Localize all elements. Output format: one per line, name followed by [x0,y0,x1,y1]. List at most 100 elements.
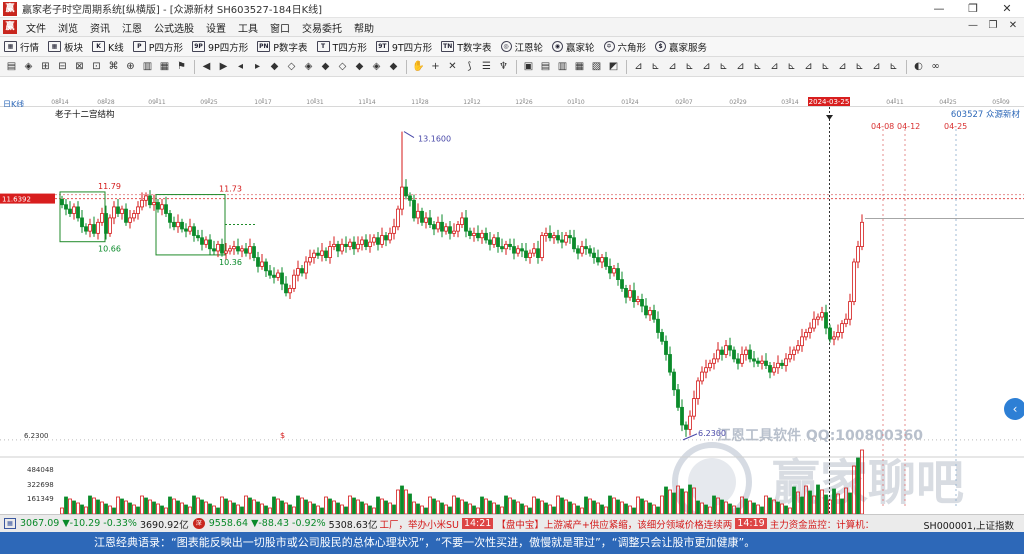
candle-body [736,358,740,364]
toolbar-tool-icon[interactable]: ⊞ [39,60,52,73]
mdi-restore-button[interactable]: ❐ [986,20,1000,31]
toolbar-tool-icon[interactable]: ▦ [158,60,171,73]
toolbar-tool-icon[interactable]: ⊾ [649,60,662,73]
menu-help[interactable]: 帮助 [348,20,380,35]
toolbar-tool-icon[interactable]: ◩ [607,60,620,73]
candle-body [168,213,172,223]
toolbar-tool-icon[interactable]: ⊿ [700,60,713,73]
sz-index-icon[interactable]: 深 [192,518,205,529]
toolbar-tool-icon[interactable]: ⊠ [73,60,86,73]
nav-button-2[interactable]: K K线 [92,40,124,54]
menu-formula[interactable]: 公式选股 [148,20,200,35]
volume-bar [672,492,676,514]
menu-trade[interactable]: 交易委托 [296,20,348,35]
nav-button-1[interactable]: ▦ 板块 [48,40,83,54]
mdi-close-button[interactable]: ✕ [1006,20,1020,31]
index-code-label[interactable]: SH000001,上证指数 [924,518,1014,532]
toolbar-tool-icon[interactable]: ◇ [285,60,298,73]
toolbar-tool-icon[interactable]: ◈ [22,60,35,73]
toolbar-tool-icon[interactable]: ⌘ [107,60,120,73]
nav-button-8[interactable]: TN T数字表 [441,40,492,54]
volume-bar [124,500,128,514]
nav-button-11[interactable]: ✡ 六角形 [603,40,647,54]
toolbar-tool-icon[interactable]: ◐ [912,60,925,73]
nav-button-9[interactable]: ◎ 江恩轮 [500,40,543,54]
toolbar-tool-icon[interactable]: ◆ [268,60,281,73]
toolbar-tool-icon[interactable]: ⊿ [802,60,815,73]
minimize-button[interactable]: — [922,0,956,18]
toolbar-tool-icon[interactable]: ⚑ [175,60,188,73]
toolbar-tool-icon[interactable]: ◇ [336,60,349,73]
toolbar-tool-icon[interactable]: ⟆ [463,60,476,73]
toolbar-tool-icon[interactable]: ⊾ [819,60,832,73]
volume-bar [224,498,228,514]
toolbar-tool-icon[interactable]: ∞ [929,60,942,73]
menu-tools[interactable]: 工具 [232,20,264,35]
volume-bar [68,498,72,514]
toolbar-tool-icon[interactable]: ⊿ [870,60,883,73]
toolbar-tool-icon[interactable]: ⊿ [768,60,781,73]
toolbar-tool-icon[interactable]: ⊿ [666,60,679,73]
menu-file[interactable]: 文件 [20,20,52,35]
toolbar-tool-icon[interactable]: ⊾ [887,60,900,73]
nav-button-7[interactable]: 9T 9T四方形 [375,40,432,54]
toolbar-tool-icon[interactable]: ⊾ [683,60,696,73]
toolbar-tool-icon[interactable]: ✕ [446,60,459,73]
toolbar-tool-icon[interactable]: ▸ [251,60,264,73]
menu-info[interactable]: 资讯 [84,20,116,35]
toolbar-tool-icon[interactable]: ◆ [353,60,366,73]
candle-body [116,206,120,214]
toolbar-tool-icon[interactable]: ⊾ [853,60,866,73]
toolbar-tool-icon[interactable]: ◆ [387,60,400,73]
toolbar-tool-icon[interactable]: + [429,60,442,73]
nav-button-12[interactable]: $ 赢家服务 [655,40,707,54]
nav-button-4[interactable]: 9P 9P四方形 [192,40,248,54]
toolbar-tool-icon[interactable]: ◀ [200,60,213,73]
toolbar-tool-icon[interactable]: ⊾ [751,60,764,73]
collapse-arrow-icon[interactable]: ‹ [1004,398,1024,420]
nav-button-6[interactable]: T T四方形 [316,40,367,54]
toolbar-tool-icon[interactable]: ⊿ [836,60,849,73]
toolbar-tool-icon[interactable]: ⊿ [632,60,645,73]
toolbar-tool-icon[interactable]: ▤ [5,60,18,73]
toolbar-tool-icon[interactable]: ⊕ [124,60,137,73]
volume-bar [488,500,492,514]
toolbar-tool-icon[interactable]: ▥ [556,60,569,73]
toolbar-tool-icon[interactable]: ▦ [573,60,586,73]
toolbar-tool-icon[interactable]: ▣ [522,60,535,73]
toolbar-tool-icon[interactable]: ⊡ [90,60,103,73]
nav-button-0[interactable]: ▦ 行情 [4,40,39,54]
menu-browse[interactable]: 浏览 [52,20,84,35]
menu-gann[interactable]: 江恩 [116,20,148,35]
toolbar-tool-icon[interactable]: ⊿ [734,60,747,73]
candle-body [356,243,360,250]
maximize-button[interactable]: ❐ [956,0,990,18]
toolbar-tool-icon[interactable]: ◈ [370,60,383,73]
volume-bar [324,496,328,514]
toolbar-tool-icon[interactable]: ▤ [539,60,552,73]
toolbar-tool-icon[interactable]: ⊾ [785,60,798,73]
toolbar-tool-icon[interactable]: ✋ [412,60,425,73]
nav-button-3[interactable]: P P四方形 [132,40,183,54]
toolbar-tool-icon[interactable]: ⊟ [56,60,69,73]
toolbar-tool-icon[interactable]: ▧ [590,60,603,73]
toolbar-tool-icon[interactable]: ◂ [234,60,247,73]
mdi-minimize-button[interactable]: — [966,20,980,31]
toolbar-tool-icon[interactable]: ☰ [480,60,493,73]
toolbar-tool-icon[interactable]: ▥ [141,60,154,73]
sh-index-icon[interactable]: ▦ [4,518,16,529]
toolbar-tool-icon[interactable]: ▶ [217,60,230,73]
kline-chart[interactable]: 老子十二宫结构 603527 众源新材江恩工具软件 QQ:100800360赢家聊… [0,107,1024,514]
news-ticker[interactable]: 工厂，举办小米SU 14:21 【盘中宝】上游减产+供应紧缩，该细分领域价格连续… [379,517,874,531]
toolbar-tool-icon[interactable]: ◈ [302,60,315,73]
stock-code-name: 603527 众源新材 [951,109,1021,120]
toolbar-tool-icon[interactable]: ⊾ [717,60,730,73]
toolbar-tool-icon[interactable]: ♆ [497,60,510,73]
nav-button-label: 六角形 [617,42,647,54]
nav-button-5[interactable]: PN P数字表 [257,40,308,54]
toolbar-tool-icon[interactable]: ◆ [319,60,332,73]
close-button[interactable]: ✕ [990,0,1024,18]
nav-button-10[interactable]: ◉ 赢家轮 [552,40,595,54]
menu-settings[interactable]: 设置 [200,20,232,35]
menu-window[interactable]: 窗口 [264,20,296,35]
